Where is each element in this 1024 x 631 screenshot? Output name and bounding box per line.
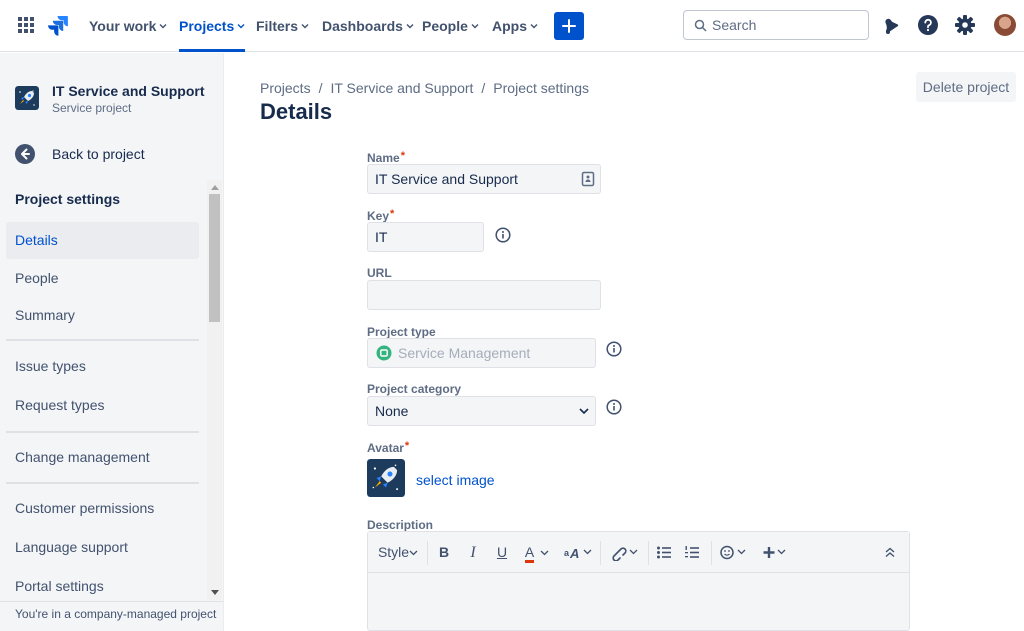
sidebar-divider (6, 482, 199, 484)
url-field[interactable] (367, 280, 601, 310)
settings-icon[interactable] (954, 14, 976, 36)
chevron-down-icon (159, 24, 167, 29)
delete-project-button[interactable]: Delete project (916, 72, 1016, 102)
editor-toolbar: Style B I U A a A (368, 532, 909, 573)
nav-projects[interactable]: Projects (179, 0, 246, 52)
sidebar-item-issue-types[interactable]: Issue types (6, 348, 199, 385)
name-label: Name* (367, 150, 405, 165)
project-type-info-icon[interactable] (606, 341, 622, 357)
breadcrumb-projects[interactable]: Projects (260, 80, 311, 96)
sidebar-item-request-types[interactable]: Request types (6, 387, 199, 424)
project-type-label: Project type (367, 325, 436, 339)
sidebar-nav: Project settings Details People Summary … (0, 180, 224, 600)
chevron-down-icon (301, 24, 309, 29)
underline-button[interactable]: U (492, 532, 512, 573)
description-label: Description (367, 518, 434, 532)
search-input[interactable] (712, 15, 862, 35)
key-field[interactable]: IT (367, 222, 484, 252)
sidebar-item-change-management[interactable]: Change management (6, 439, 199, 476)
key-info-icon[interactable] (495, 227, 511, 243)
project-type: Service project (52, 101, 132, 115)
toolbar-divider (600, 541, 601, 565)
project-category-info-icon[interactable] (606, 399, 622, 415)
search-box[interactable] (683, 10, 869, 40)
create-button[interactable] (554, 12, 584, 40)
breadcrumb: Projects / IT Service and Support / Project … (260, 80, 590, 96)
toolbar-divider (648, 541, 649, 565)
chevron-down-icon (530, 24, 538, 29)
chevron-down-icon (406, 24, 414, 29)
arrow-left-icon (15, 144, 35, 164)
project-type-field: Service Management (367, 338, 596, 368)
nav-apps[interactable]: Apps (492, 0, 538, 52)
key-label: Key* (367, 208, 395, 223)
top-navigation: Your work Projects Filters Dashboards Pe… (0, 0, 1024, 52)
description-editor[interactable]: Style B I U A a A (367, 531, 910, 631)
user-avatar[interactable] (994, 14, 1016, 36)
chevron-down-icon (471, 24, 479, 29)
bullet-list-icon[interactable] (656, 545, 672, 560)
bold-button[interactable]: B (434, 532, 454, 573)
sidebar-divider (6, 339, 199, 341)
notifications-icon[interactable] (880, 14, 902, 36)
nav-your-work[interactable]: Your work (89, 0, 167, 52)
contact-card-icon (581, 171, 595, 187)
sidebar-item-language-support[interactable]: Language support (6, 529, 199, 566)
project-name: IT Service and Support (52, 83, 205, 99)
sidebar-item-portal-settings[interactable]: Portal settings (6, 568, 199, 600)
text-style-dropdown[interactable]: Style (376, 532, 420, 573)
back-to-project-label: Back to project (52, 146, 145, 162)
scrollbar-thumb[interactable] (209, 194, 220, 322)
scroll-up-icon[interactable] (211, 185, 219, 190)
toolbar-divider (711, 541, 712, 565)
chevron-down-icon (540, 550, 549, 556)
sidebar-footer: You're in a company-managed project (0, 601, 223, 631)
sidebar-scrollbar[interactable] (207, 180, 222, 600)
name-field[interactable]: IT Service and Support (367, 164, 601, 194)
jira-logo-icon[interactable] (47, 14, 69, 36)
project-avatar-icon (15, 86, 39, 110)
emoji-icon[interactable] (720, 544, 748, 561)
project-avatar-image[interactable] (367, 459, 405, 497)
service-management-icon (376, 345, 392, 361)
chevron-down-icon (409, 550, 418, 556)
page-title: Details (260, 99, 333, 124)
search-icon (694, 19, 707, 32)
text-color-button[interactable]: A (520, 532, 554, 573)
sidebar-item-summary[interactable]: Summary (6, 297, 199, 334)
breadcrumb-settings[interactable]: Project settings (493, 80, 589, 96)
plus-icon (562, 19, 576, 33)
breadcrumb-project[interactable]: IT Service and Support (330, 80, 473, 96)
scroll-down-icon[interactable] (211, 590, 219, 595)
avatar-label: Avatar* (367, 440, 410, 455)
sidebar-item-customer-permissions[interactable]: Customer permissions (6, 490, 199, 527)
sidebar-item-people[interactable]: People (6, 260, 199, 297)
chevron-down-icon (579, 408, 589, 415)
sidebar-item-details[interactable]: Details (6, 222, 199, 259)
italic-button[interactable]: I (463, 532, 483, 573)
sidebar: IT Service and Support Service project B… (0, 53, 224, 631)
nav-people[interactable]: People (422, 0, 479, 52)
sidebar-divider (6, 431, 199, 433)
collapse-toolbar-icon[interactable] (884, 547, 896, 558)
insert-plus-icon[interactable] (762, 544, 790, 561)
link-icon[interactable] (609, 544, 639, 561)
toolbar-divider (427, 541, 428, 565)
sidebar-heading: Project settings (15, 191, 121, 207)
app-switcher-icon[interactable] (17, 16, 35, 34)
project-category-label: Project category (367, 382, 462, 396)
text-formatting-icon[interactable]: a A (563, 544, 593, 561)
nav-dashboards[interactable]: Dashboards (322, 0, 414, 52)
svg-text:A: A (569, 546, 579, 561)
url-label: URL (367, 266, 392, 280)
help-icon[interactable] (917, 14, 939, 36)
project-category-select[interactable]: None (367, 396, 596, 426)
nav-filters[interactable]: Filters (256, 0, 309, 52)
chevron-down-icon (237, 24, 245, 29)
select-image-link[interactable]: select image (416, 472, 495, 488)
numbered-list-icon[interactable] (684, 545, 700, 560)
